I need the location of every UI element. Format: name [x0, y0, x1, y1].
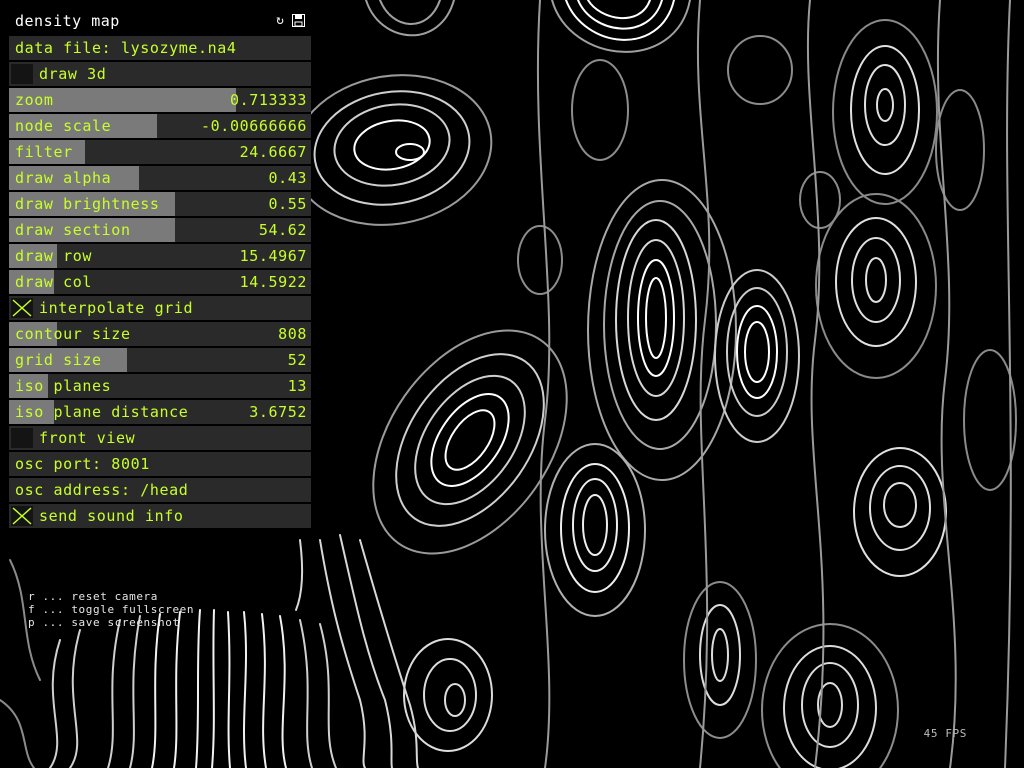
draw-row-slider[interactable]: draw row 15.4967 — [9, 244, 311, 268]
slider-label: iso planes — [15, 377, 112, 395]
refresh-icon[interactable]: ↻ — [273, 14, 287, 28]
send-sound-info-toggle[interactable]: send sound info — [9, 504, 311, 528]
toggle-label: front view — [39, 429, 136, 447]
front-view-toggle[interactable]: front view — [9, 426, 311, 450]
filter-slider[interactable]: filter 24.6667 — [9, 140, 311, 164]
keyboard-help: r ... reset camera f ... toggle fullscre… — [28, 590, 194, 629]
toggle-label: draw 3d — [39, 65, 107, 83]
draw-alpha-slider[interactable]: draw alpha 0.43 — [9, 166, 311, 190]
interpolate-grid-toggle[interactable]: interpolate grid — [9, 296, 311, 320]
slider-value: 0.43 — [268, 169, 307, 187]
slider-label: draw alpha — [15, 169, 112, 187]
text-label: osc port: 8001 — [15, 455, 150, 473]
osc-port-field[interactable]: osc port: 8001 — [9, 452, 311, 476]
slider-value: 0.55 — [268, 195, 307, 213]
text-label: data file: lysozyme.na4 — [15, 39, 237, 57]
zoom-slider[interactable]: zoom 0.713333 — [9, 88, 311, 112]
draw-col-slider[interactable]: draw col 14.5922 — [9, 270, 311, 294]
slider-value: 13 — [287, 377, 307, 395]
help-line-reset: r ... reset camera — [28, 590, 159, 603]
checkbox[interactable] — [11, 64, 33, 84]
checkbox[interactable] — [11, 428, 33, 448]
slider-value: 14.5922 — [239, 273, 307, 291]
iso-plane-distance-slider[interactable]: iso plane distance 3.6752 — [9, 400, 311, 424]
slider-value: -0.00666666 — [201, 117, 307, 135]
slider-value: 0.713333 — [229, 91, 307, 109]
slider-label: iso plane distance — [15, 403, 189, 421]
draw-3d-toggle[interactable]: draw 3d — [9, 62, 311, 86]
slider-label: contour size — [15, 325, 131, 343]
slider-value: 3.6752 — [249, 403, 307, 421]
draw-section-slider[interactable]: draw section 54.62 — [9, 218, 311, 242]
contour-size-slider[interactable]: contour size 808 — [9, 322, 311, 346]
data-file-label[interactable]: data file: lysozyme.na4 — [9, 36, 311, 60]
panel-header: density map ↻ — [9, 9, 311, 34]
save-icon[interactable] — [291, 14, 305, 28]
panel-title: density map — [15, 12, 120, 30]
osc-address-field[interactable]: osc address: /head — [9, 478, 311, 502]
slider-label: grid size — [15, 351, 102, 369]
slider-value: 52 — [287, 351, 307, 369]
slider-label: draw row — [15, 247, 93, 265]
slider-value: 15.4967 — [239, 247, 307, 265]
slider-label: draw section — [15, 221, 131, 239]
slider-label: draw brightness — [15, 195, 160, 213]
help-line-screenshot: p ... save screenshot — [28, 616, 180, 629]
fps-counter: 45 FPS — [923, 727, 967, 740]
draw-brightness-slider[interactable]: draw brightness 0.55 — [9, 192, 311, 216]
toggle-label: send sound info — [39, 507, 184, 525]
slider-value: 808 — [278, 325, 307, 343]
control-list: data file: lysozyme.na4 draw 3d zoom 0.7133… — [9, 36, 311, 528]
grid-size-slider[interactable]: grid size 52 — [9, 348, 311, 372]
slider-label: filter — [15, 143, 73, 161]
slider-value: 54.62 — [258, 221, 307, 239]
slider-label: node scale — [15, 117, 112, 135]
slider-value: 24.6667 — [239, 143, 307, 161]
iso-planes-slider[interactable]: iso planes 13 — [9, 374, 311, 398]
checkbox[interactable] — [11, 506, 33, 526]
text-label: osc address: /head — [15, 481, 189, 499]
checkbox[interactable] — [11, 298, 33, 318]
slider-label: zoom — [15, 91, 54, 109]
toggle-label: interpolate grid — [39, 299, 194, 317]
check-cross-icon — [12, 507, 32, 525]
gui-panel: density map ↻ data file: lysozyme.na4 dra… — [9, 9, 311, 530]
check-cross-icon — [12, 299, 32, 317]
slider-label: draw col — [15, 273, 93, 291]
help-line-fullscreen: f ... toggle fullscreen — [28, 603, 195, 616]
node-scale-slider[interactable]: node scale -0.00666666 — [9, 114, 311, 138]
